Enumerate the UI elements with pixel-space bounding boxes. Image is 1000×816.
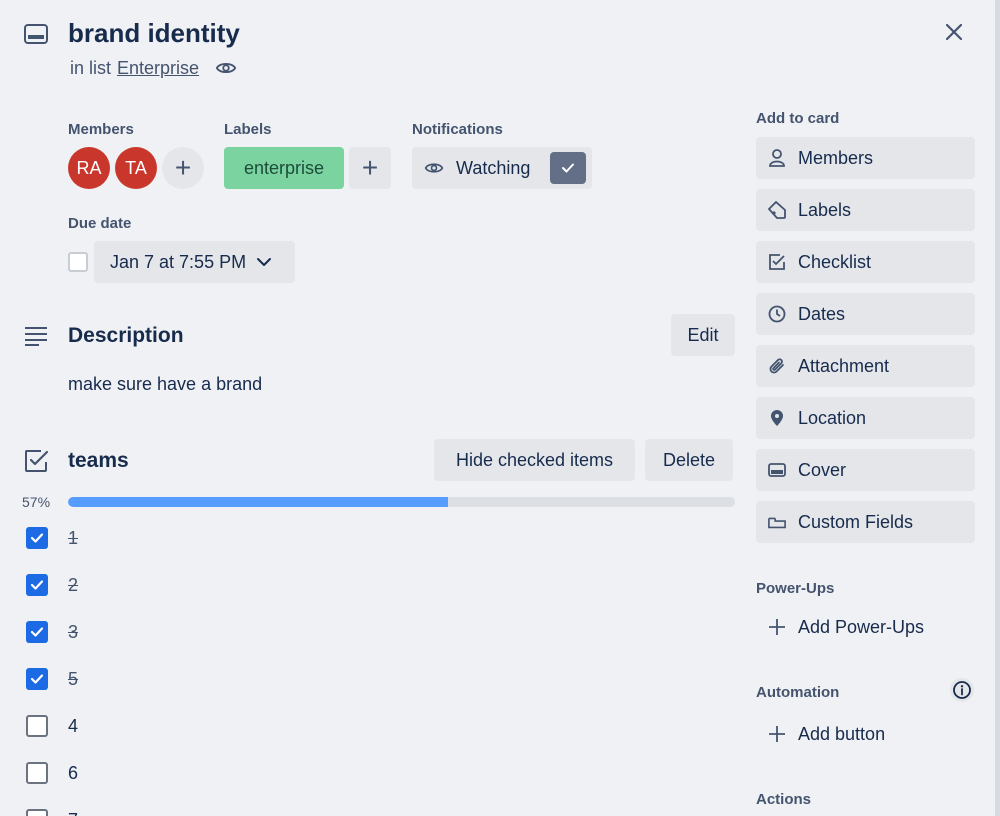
sidebar-dates-button[interactable]: Dates: [756, 293, 975, 335]
add-button-label: Add button: [798, 723, 886, 744]
watch-label: Watching: [456, 157, 531, 178]
plus-icon: +: [361, 152, 379, 183]
sidebar-checklist-button[interactable]: Checklist: [756, 241, 975, 283]
due-date-value: Jan 7 at 7:55 PM: [110, 251, 247, 272]
edit-description-button[interactable]: Edit: [671, 314, 735, 356]
checklist-percent: 57%: [22, 494, 51, 510]
checklist-item[interactable]: 2: [26, 574, 78, 596]
cover-icon: [768, 461, 786, 479]
notifications-heading: Notifications: [412, 121, 503, 138]
sidebar-button-label: Members: [798, 147, 874, 168]
sidebar-button-label: Dates: [798, 303, 846, 324]
add-automation-button[interactable]: Add button: [756, 715, 975, 753]
checklist-title[interactable]: teams: [68, 449, 129, 473]
sidebar-location-button[interactable]: Location: [756, 397, 975, 439]
sidebar-button-label: Attachment: [798, 355, 890, 376]
due-date-heading: Due date: [68, 215, 132, 232]
info-icon[interactable]: [950, 678, 974, 702]
powerups-heading: Power-Ups: [756, 580, 835, 597]
actions-heading: Actions: [756, 791, 812, 808]
sidebar-button-label: Labels: [798, 199, 852, 220]
plus-icon: [769, 619, 785, 635]
sidebar-button-label: Custom Fields: [798, 511, 914, 532]
labels-heading: Labels: [224, 121, 272, 138]
sidebar-custom-fields-button[interactable]: Custom Fields: [756, 501, 975, 543]
checklist-item-checkbox[interactable]: [26, 715, 48, 737]
checklist-item-label[interactable]: 7: [68, 810, 78, 816]
checklist-item-checkbox[interactable]: [26, 762, 48, 784]
due-date-button[interactable]: Jan 7 at 7:55 PM: [94, 241, 295, 283]
location-pin-icon: [768, 409, 786, 427]
watching-check-icon: [550, 152, 586, 184]
description-heading: Description: [68, 324, 184, 347]
checklist-item-label[interactable]: 6: [68, 763, 78, 784]
avatar[interactable]: RA: [68, 147, 110, 189]
add-to-card-heading: Add to card: [756, 110, 840, 127]
due-date-checkbox[interactable]: [68, 252, 88, 272]
checklist-item-label[interactable]: 2: [68, 575, 78, 596]
hide-checked-items-button[interactable]: Hide checked items: [434, 439, 635, 481]
list-name-link[interactable]: Enterprise: [117, 58, 199, 79]
automation-heading: Automation: [756, 684, 840, 701]
checklist-item-checkbox[interactable]: [26, 574, 48, 596]
watch-button[interactable]: Watching: [412, 147, 592, 189]
checklist-item[interactable]: 1: [26, 527, 78, 549]
sidebar-members-button[interactable]: Members: [756, 137, 975, 179]
checklist-item-checkbox[interactable]: [26, 621, 48, 643]
checklist-item-label[interactable]: 3: [68, 622, 78, 643]
delete-checklist-button[interactable]: Delete: [645, 439, 733, 481]
sidebar-cover-button[interactable]: Cover: [756, 449, 975, 491]
checklist-progress-fill: [68, 497, 449, 507]
checklist-item[interactable]: 6: [26, 762, 78, 784]
add-powerups-label: Add Power-Ups: [798, 616, 925, 637]
sidebar-button-label: Cover: [798, 459, 847, 480]
sidebar-attachment-button[interactable]: Attachment: [756, 345, 975, 387]
checklist-icon: [768, 253, 786, 271]
label-chip[interactable]: enterprise: [224, 147, 344, 189]
chevron-down-icon: [257, 258, 272, 266]
card-title[interactable]: brand identity: [68, 18, 240, 49]
checklist-item-checkbox[interactable]: [26, 668, 48, 690]
checklist-item-label[interactable]: 5: [68, 669, 78, 690]
eye-icon: [215, 62, 237, 74]
modal-edge: [995, 0, 1000, 816]
checklist-item[interactable]: 4: [26, 715, 78, 737]
members-heading: Members: [68, 121, 134, 138]
in-list-line: in list Enterprise: [70, 57, 237, 79]
checklist-item-label[interactable]: 1: [68, 528, 78, 549]
description-text[interactable]: make sure have a brand: [68, 374, 262, 395]
custom-fields-icon: [768, 513, 786, 531]
checklist-item[interactable]: 5: [26, 668, 78, 690]
sidebar-button-label: Checklist: [798, 251, 872, 272]
checklist-item[interactable]: 7: [26, 809, 78, 816]
card-icon: [24, 24, 48, 44]
plus-icon: [769, 726, 785, 742]
person-icon: [768, 149, 786, 167]
clock-icon: [768, 305, 786, 323]
close-icon[interactable]: [940, 18, 968, 46]
checklist-item-checkbox[interactable]: [26, 527, 48, 549]
description-icon: [25, 327, 47, 346]
plus-icon: +: [174, 152, 192, 183]
checklist-item-label[interactable]: 4: [68, 716, 78, 737]
sidebar-labels-button[interactable]: Labels: [756, 189, 975, 231]
add-member-button[interactable]: +: [162, 147, 204, 189]
checklist-icon: [25, 450, 49, 472]
eye-icon: [424, 163, 444, 173]
tag-icon: [768, 201, 786, 219]
sidebar-button-label: Location: [798, 407, 867, 428]
avatar[interactable]: TA: [115, 147, 157, 189]
in-list-prefix: in list: [70, 57, 112, 78]
checklist-item[interactable]: 3: [26, 621, 78, 643]
paperclip-icon: [768, 357, 786, 375]
add-label-button[interactable]: +: [349, 147, 391, 189]
add-powerups-button[interactable]: Add Power-Ups: [756, 608, 975, 646]
checklist-progress-bar: [68, 497, 735, 507]
checklist-item-checkbox[interactable]: [26, 809, 48, 816]
